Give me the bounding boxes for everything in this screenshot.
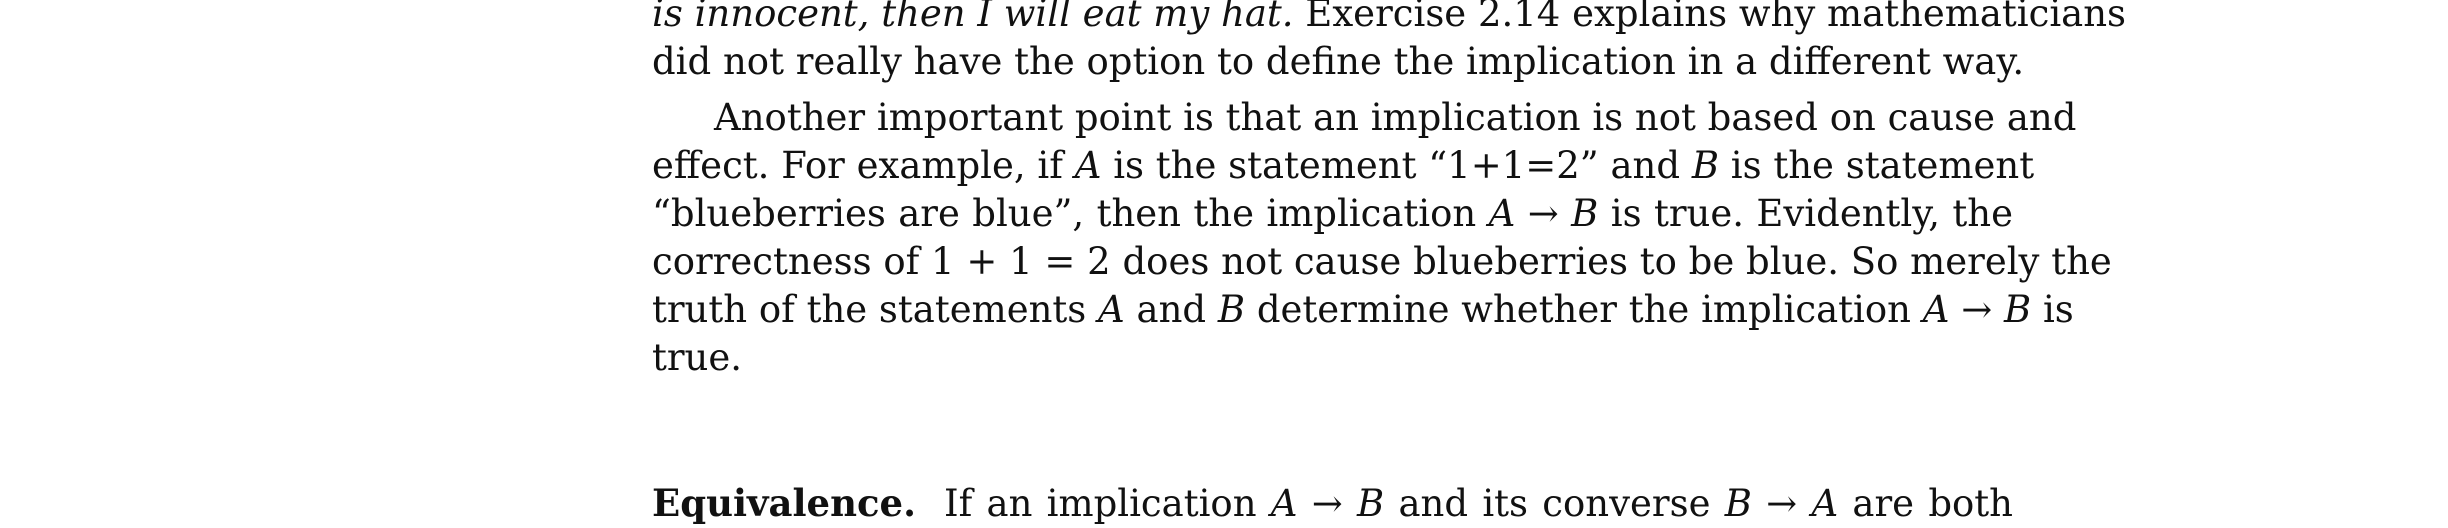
text-line: “blueberries are blue”, then the implica… bbox=[652, 190, 2013, 238]
math-variable: B bbox=[1691, 144, 1720, 187]
text-span: effect. For example, if bbox=[652, 144, 1075, 187]
text-line: did not really have the option to define… bbox=[652, 40, 2025, 83]
math-variable: A bbox=[1488, 192, 1516, 235]
text-span: If an implication bbox=[943, 482, 1271, 525]
math-variable: A bbox=[1074, 144, 1102, 187]
math-variable: A bbox=[1811, 482, 1839, 525]
text-line: Another important point is that an impli… bbox=[714, 96, 2077, 139]
text-span: truth of the statements bbox=[652, 288, 1099, 331]
text-span: is true. Evidently, the bbox=[1598, 192, 2013, 235]
paragraph-cause-and-effect: Another important point is that an impli… bbox=[652, 94, 2112, 382]
paragraph-implication-intro: is innocent, then I will eat my hat. Exe… bbox=[652, 0, 2126, 86]
math-variable: A bbox=[1098, 288, 1125, 331]
text-line: true. bbox=[652, 336, 743, 379]
implication-arrow: → bbox=[1751, 482, 1812, 525]
text-line: correctness of 1 + 1 = 2 does not cause … bbox=[652, 240, 2112, 283]
text-line: Equivalence. If an implication A → B and … bbox=[652, 479, 2013, 528]
math-variable: B bbox=[1571, 192, 1599, 235]
math-variable: B bbox=[1357, 482, 1385, 525]
math-variable: A bbox=[1922, 288, 1950, 331]
text-span: and bbox=[1124, 288, 1218, 331]
math-variable: A bbox=[1270, 482, 1298, 525]
text-line: effect. For example, if A is the stateme… bbox=[652, 142, 2034, 190]
section-heading: Equivalence. bbox=[652, 481, 916, 525]
implication-arrow: → bbox=[1515, 192, 1572, 235]
paragraph-equivalence: Equivalence. If an implication A → B and … bbox=[652, 479, 2013, 528]
italic-text: is innocent, then I will eat my hat. bbox=[652, 0, 1294, 35]
math-variable: B bbox=[1724, 482, 1752, 525]
text-span: are both bbox=[1838, 482, 2013, 525]
text-span: Exercise 2.14 explains why mathematician… bbox=[1293, 0, 2127, 35]
text-span: is bbox=[2031, 288, 2074, 331]
text-span: is the statement “1+1=2” and bbox=[1101, 144, 1692, 187]
text-line: is innocent, then I will eat my hat. Exe… bbox=[652, 0, 2126, 38]
text-span: is the statement bbox=[1719, 144, 2035, 187]
text-span: “blueberries are blue”, then the implica… bbox=[652, 192, 1489, 235]
math-variable: B bbox=[2003, 288, 2032, 331]
text-span: and its converse bbox=[1384, 482, 1725, 525]
math-variable: B bbox=[1217, 288, 1246, 331]
text-line: truth of the statements A and B determin… bbox=[652, 286, 2074, 334]
text-span: determine whether the implication bbox=[1245, 288, 1923, 331]
implication-arrow: → bbox=[1949, 288, 2004, 331]
implication-arrow: → bbox=[1297, 482, 1358, 525]
